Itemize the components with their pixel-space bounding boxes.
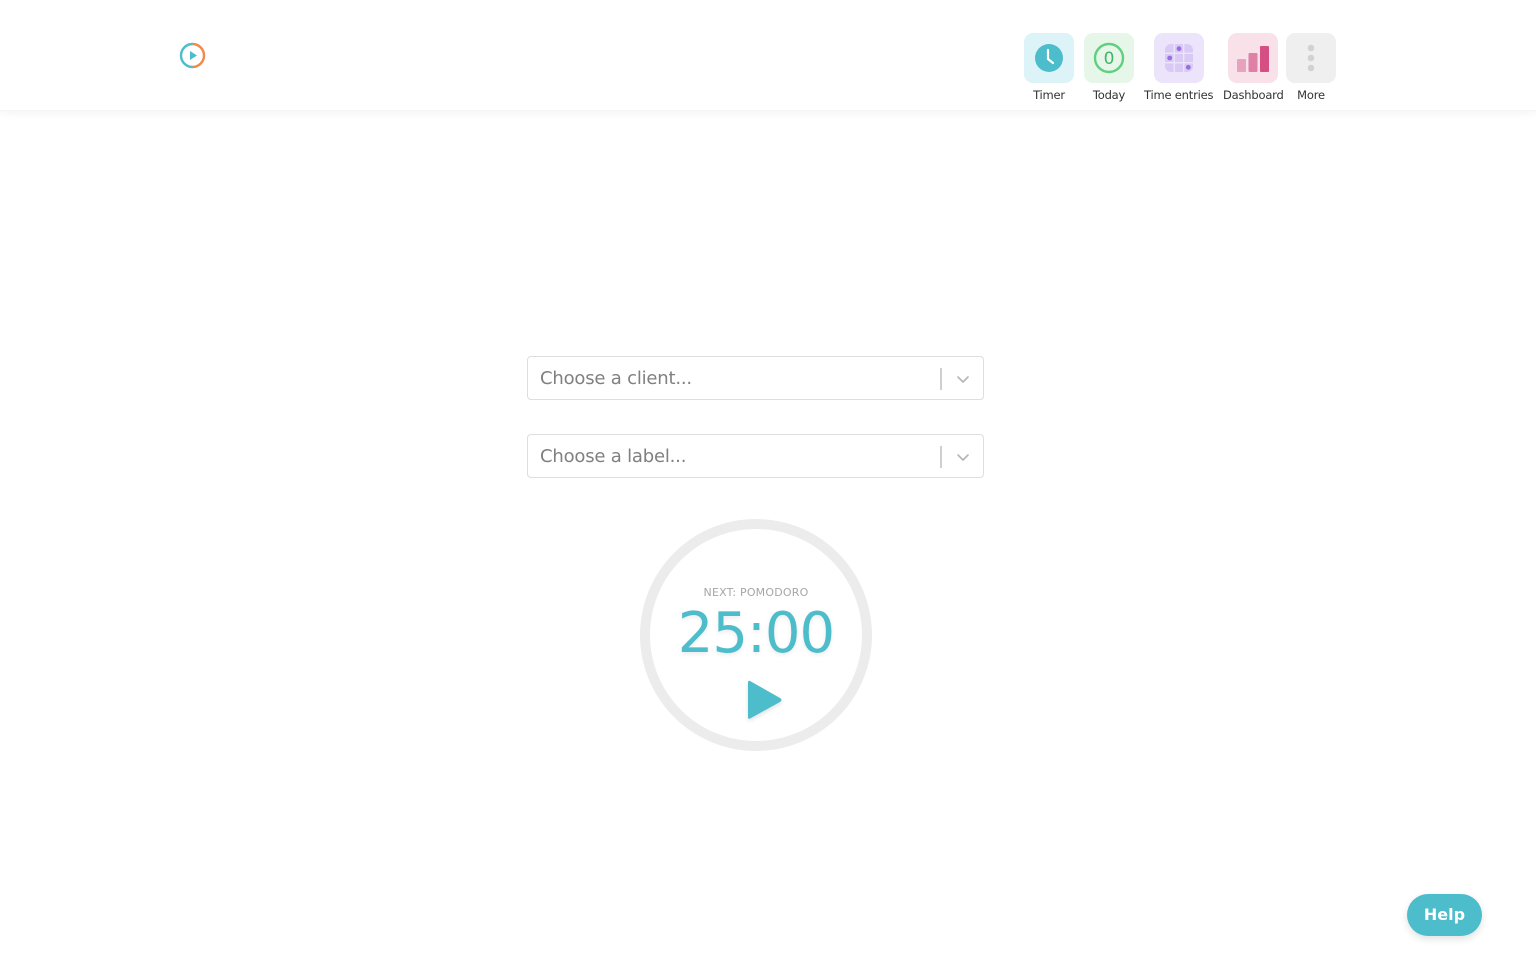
chevron-down-icon[interactable]: [955, 449, 971, 465]
select-separator: [940, 446, 942, 468]
play-icon[interactable]: [745, 677, 785, 723]
nav-label: More: [1297, 88, 1325, 102]
chevron-down-icon[interactable]: [955, 371, 971, 387]
nav-label: Timer: [1033, 88, 1065, 102]
nav-dashboard[interactable]: Dashboard: [1223, 33, 1284, 102]
time-entries-tile: [1153, 33, 1204, 83]
timer-ring: NEXT: POMODORO 25:00: [640, 519, 872, 751]
nav-today[interactable]: 0 Today: [1084, 33, 1134, 102]
top-header: Timer 0 Today Time entries Dashboard Mor…: [0, 0, 1536, 111]
label-select[interactable]: Choose a label...: [527, 434, 984, 478]
label-select-placeholder: Choose a label...: [540, 446, 687, 467]
client-select[interactable]: Choose a client...: [527, 356, 984, 400]
nav-time-entries[interactable]: Time entries: [1144, 33, 1213, 102]
today-count-icon: 0: [1093, 42, 1125, 74]
today-tile: 0: [1084, 33, 1134, 83]
next-session-label: NEXT: POMODORO: [703, 586, 809, 599]
more-tile: [1286, 33, 1336, 83]
nav-label: Dashboard: [1223, 88, 1284, 102]
timer-tile: [1024, 33, 1074, 83]
app-logo[interactable]: [179, 42, 206, 69]
clock-icon: [1035, 44, 1063, 72]
select-separator: [940, 368, 942, 390]
dashboard-tile: [1228, 33, 1279, 83]
nav-label: Today: [1092, 88, 1126, 102]
timer-display: 25:00: [677, 601, 835, 666]
more-vertical-icon: [1307, 44, 1315, 72]
nav-timer[interactable]: Timer: [1024, 33, 1074, 102]
client-select-placeholder: Choose a client...: [540, 368, 692, 389]
bar-chart-icon: [1237, 46, 1270, 72]
pomodoro-logo-icon: [179, 42, 206, 69]
help-button[interactable]: Help: [1407, 894, 1482, 936]
nav-more[interactable]: More: [1286, 33, 1336, 102]
today-count: 0: [1104, 49, 1115, 69]
nav-label: Time entries: [1144, 88, 1214, 102]
grid-icon: [1164, 44, 1193, 72]
